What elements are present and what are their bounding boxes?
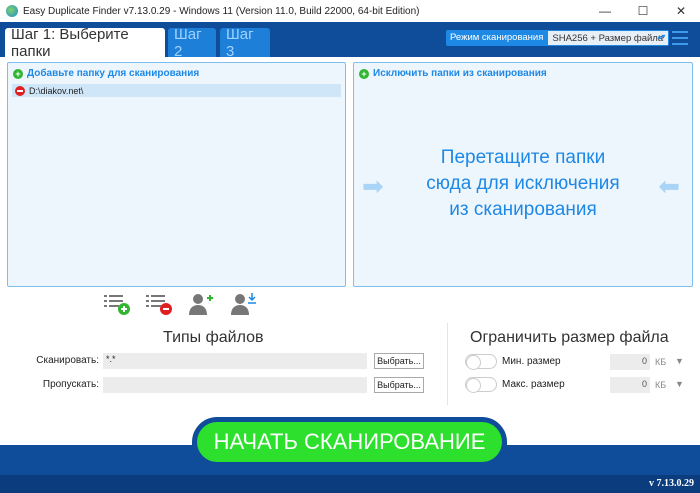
add-user-icon[interactable]	[188, 292, 214, 316]
minimize-button[interactable]: —	[586, 0, 624, 22]
include-folders-panel[interactable]: + Добавьте папку для сканирования D:\diak…	[7, 62, 346, 287]
tab-step-3[interactable]: Шаг 3	[220, 26, 270, 60]
max-size-toggle[interactable]	[465, 377, 497, 393]
folder-path: D:\diakov.net\	[29, 85, 84, 96]
drop-hint-line: сюда для исключения	[426, 173, 620, 194]
title-bar: Easy Duplicate Finder v7.13.0.29 - Windo…	[0, 0, 700, 22]
max-unit-dropdown-icon[interactable]: ▼	[675, 379, 684, 389]
hamburger-menu-icon[interactable]	[672, 31, 688, 49]
scan-mode-select[interactable]: SHA256 + Размер файла ▴▾	[548, 31, 669, 45]
close-button[interactable]: ✕	[662, 0, 700, 22]
min-size-input[interactable]: 0	[610, 354, 650, 370]
tab-step-2[interactable]: Шаг 2	[168, 26, 216, 60]
start-scan-button[interactable]: НАЧАТЬ СКАНИРОВАНИЕ	[197, 422, 502, 462]
skip-label: Пропускать:	[42, 379, 99, 390]
drop-hint-line: Перетащите папки	[440, 147, 606, 168]
exclude-panel-title[interactable]: Исключить папки из сканирования	[373, 68, 547, 79]
remove-list-icon[interactable]	[146, 292, 172, 316]
drop-hint-line: из сканирования	[449, 199, 597, 220]
folder-list-item[interactable]: D:\diakov.net\	[12, 84, 341, 97]
size-limit-title: Ограничить размер файла	[470, 329, 669, 346]
version-label: v 7.13.0.29	[649, 478, 694, 489]
min-size-unit: КБ	[655, 357, 667, 367]
skip-types-input[interactable]	[103, 377, 367, 393]
add-folder-icon[interactable]: +	[13, 68, 23, 79]
exclude-folders-panel[interactable]: + Исключить папки из сканирования ➡ ⬅ Пер…	[353, 62, 693, 287]
scan-mode: Режим сканирования SHA256 + Размер файла…	[446, 30, 670, 46]
drop-hint: Перетащите папки сюда для исключения из …	[354, 145, 692, 223]
scan-mode-label: Режим сканирования	[450, 32, 544, 43]
min-unit-dropdown-icon[interactable]: ▼	[675, 356, 684, 366]
scan-mode-value: SHA256 + Размер файла	[552, 33, 664, 44]
skip-types-value	[103, 378, 106, 388]
maximize-button[interactable]: ☐	[624, 0, 662, 22]
add-exclude-icon[interactable]: +	[359, 68, 369, 79]
scan-types-value: *.*	[106, 354, 116, 364]
include-panel-title[interactable]: Добавьте папку для сканирования	[27, 68, 199, 79]
import-user-icon[interactable]	[230, 292, 256, 316]
status-bar: v 7.13.0.29	[0, 475, 700, 493]
scan-pick-button[interactable]: Выбрать...	[374, 353, 424, 369]
max-size-input[interactable]: 0	[610, 377, 650, 393]
min-size-label: Мин. размер	[502, 356, 561, 367]
file-types-title: Типы файлов	[163, 329, 264, 346]
skip-pick-button[interactable]: Выбрать...	[374, 377, 424, 393]
max-size-unit: КБ	[655, 380, 667, 390]
tab-step-1[interactable]: Шаг 1: Выберите папки	[5, 26, 165, 60]
folder-toolbar	[104, 292, 256, 316]
remove-folder-icon[interactable]	[15, 85, 25, 96]
scan-label: Сканировать:	[36, 355, 99, 366]
add-list-icon[interactable]	[104, 292, 130, 316]
updown-icon: ▴▾	[657, 32, 666, 41]
divider	[447, 323, 448, 405]
window-title: Easy Duplicate Finder v7.13.0.29 - Windo…	[23, 5, 420, 17]
scan-types-input[interactable]: *.*	[103, 353, 367, 369]
app-icon	[6, 5, 18, 17]
min-size-toggle[interactable]	[465, 354, 497, 370]
header: Шаг 1: Выберите папки Шаг 2 Шаг 3 Режим …	[0, 22, 700, 60]
max-size-label: Макс. размер	[502, 379, 565, 390]
